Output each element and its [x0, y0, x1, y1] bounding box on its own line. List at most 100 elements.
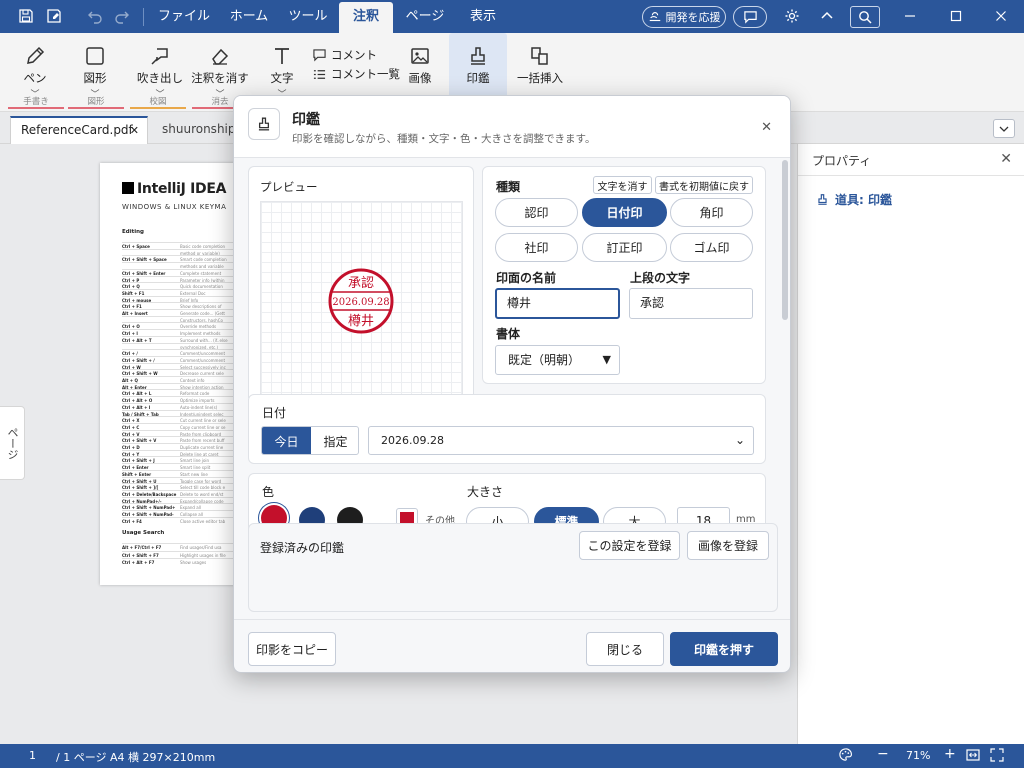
color-label: 色 [262, 485, 275, 499]
kind-label: 種類 [496, 180, 521, 194]
hand-heart-icon [649, 12, 660, 22]
group-underline [130, 107, 186, 109]
size-label: 大きさ [467, 485, 504, 499]
preview-card: プレビュー 承認 2026.09.28 樽井 [248, 166, 474, 401]
font-select[interactable]: 既定（明朝） ▼ [495, 345, 620, 375]
specify-option[interactable]: 指定 [311, 427, 358, 454]
chevron-down-icon: ⌄ [734, 433, 745, 447]
group-shape: 図形 [87, 97, 105, 107]
document-row-key: Ctrl + Shift + F7 [122, 552, 159, 558]
pages-panel-toggle[interactable]: ページ [0, 406, 25, 480]
document-row-key: Ctrl + F4 [122, 518, 142, 524]
eraser-icon [209, 33, 231, 67]
chevron-down-icon [999, 126, 1009, 132]
kind-option[interactable]: 角印 [670, 198, 753, 227]
group-handwriting: 手書き [23, 97, 49, 107]
comment-tool[interactable]: コメント [313, 47, 377, 63]
close-panel-icon[interactable]: ✕ [1000, 151, 1012, 167]
callout-icon [149, 33, 171, 67]
register-image-button[interactable]: 画像を登録 [687, 531, 769, 560]
paper-size: A4 横 297×210mm [110, 751, 216, 764]
search-button[interactable] [850, 6, 880, 28]
date-label: 日付 [262, 406, 287, 420]
page-total: / 1 ページ [56, 751, 107, 764]
save-icon[interactable] [17, 7, 35, 25]
copy-stamp-button[interactable]: 印影をコピー [248, 632, 336, 666]
group-underline [68, 107, 124, 109]
preview-canvas: 承認 2026.09.28 樽井 [260, 201, 463, 401]
properties-panel: プロパティ ✕ 道具: 印鑑 [797, 144, 1024, 744]
feedback-button[interactable] [733, 6, 767, 28]
minimize-icon[interactable] [901, 7, 919, 25]
redo-icon[interactable] [113, 7, 131, 25]
date-select[interactable]: 2026.09.28 ⌄ [368, 426, 754, 455]
document-section-title: Editing [122, 229, 144, 235]
document-row-desc: Highlight usages in file [180, 552, 226, 558]
close-button[interactable]: 閉じる [586, 632, 664, 666]
tab-page[interactable]: ページ [399, 0, 451, 33]
square-icon [84, 33, 106, 67]
kind-option-selected[interactable]: 日付印 [582, 198, 667, 227]
clear-text-button[interactable]: 文字を消す [593, 176, 652, 194]
stamp-icon [818, 194, 827, 205]
chevron-down-icon: ▼ [602, 353, 611, 366]
undo-icon[interactable] [86, 7, 104, 25]
zoom-level[interactable]: 71% [906, 749, 930, 762]
kind-option[interactable]: 認印 [495, 198, 578, 227]
close-window-icon[interactable] [992, 7, 1010, 25]
document-tab-other[interactable]: shuuronshipp [156, 116, 243, 144]
save-as-icon[interactable] [45, 7, 63, 25]
today-option[interactable]: 今日 [262, 427, 311, 454]
support-development-button[interactable]: 開発を応援 [642, 6, 726, 28]
kind-option[interactable]: ゴム印 [670, 233, 753, 262]
maximize-icon[interactable] [947, 7, 965, 25]
tab-file[interactable]: ファイル [155, 0, 213, 33]
tab-list-button[interactable] [993, 119, 1015, 138]
dialog-scrollbar-thumb[interactable] [782, 160, 788, 320]
group-underline [8, 107, 64, 109]
image-icon [409, 33, 431, 67]
page-current[interactable]: 1 [29, 749, 36, 762]
document-logo: IntelliJ IDEA [122, 181, 226, 197]
group-proof: 校図 [149, 97, 167, 107]
divider [234, 619, 790, 620]
zoom-in-icon[interactable]: + [944, 746, 956, 762]
batch-insert-icon [529, 33, 551, 67]
apply-stamp-button[interactable]: 印鑑を押す [670, 632, 778, 666]
dialog-subtitle: 印影を確認しながら、種類・文字・色・大きさを調整できます。 [292, 133, 596, 145]
kind-option[interactable]: 社印 [495, 233, 578, 262]
search-icon [859, 11, 872, 24]
zoom-out-icon[interactable]: − [877, 746, 889, 762]
registered-label: 登録済みの印鑑 [260, 541, 345, 555]
document-row-desc: Find usages/Find usa [180, 545, 222, 550]
status-bar: 1 / 1 ページ A4 横 297×210mm − 71% + [0, 744, 1024, 768]
gear-icon[interactable] [783, 7, 801, 25]
properties-title: プロパティ [812, 154, 872, 168]
fit-width-icon[interactable] [966, 748, 980, 765]
close-tab-icon[interactable]: ✕ [130, 118, 139, 143]
name-label: 印面の名前 [496, 271, 557, 285]
close-dialog-icon[interactable]: ✕ [761, 120, 772, 135]
document-section-title: Usage Search [122, 530, 165, 536]
tab-annotate[interactable]: 注釈 [339, 2, 393, 33]
stamp-icon [248, 108, 280, 140]
reset-format-button[interactable]: 書式を初期値に戻す [655, 176, 753, 194]
stamp-icon [467, 33, 489, 67]
document-tab-active[interactable]: ReferenceCard.pdf ✕ [10, 116, 148, 144]
palette-icon[interactable] [838, 747, 853, 765]
name-input[interactable]: 樽井 [495, 288, 620, 319]
register-setting-button[interactable]: この設定を登録 [579, 531, 680, 560]
fit-page-icon[interactable] [990, 748, 1004, 765]
tab-home[interactable]: ホーム [221, 0, 277, 33]
comment-list-tool[interactable]: コメント一覧 [313, 66, 400, 82]
dialog-header: 印鑑 印影を確認しながら、種類・文字・色・大きさを調整できます。 ✕ [234, 96, 790, 158]
dialog-title: 印鑑 [292, 112, 320, 128]
kind-option[interactable]: 訂正印 [582, 233, 667, 262]
document-row-desc: Show usages [180, 560, 207, 565]
chevron-up-icon[interactable] [818, 7, 836, 25]
top-text-input[interactable]: 承認 [629, 288, 753, 319]
tab-tools[interactable]: ツール [283, 0, 333, 33]
tab-view[interactable]: 表示 [457, 0, 509, 33]
stamp-date-text: 2026.09.28 [332, 297, 389, 308]
stamp-top-text: 承認 [348, 275, 374, 291]
